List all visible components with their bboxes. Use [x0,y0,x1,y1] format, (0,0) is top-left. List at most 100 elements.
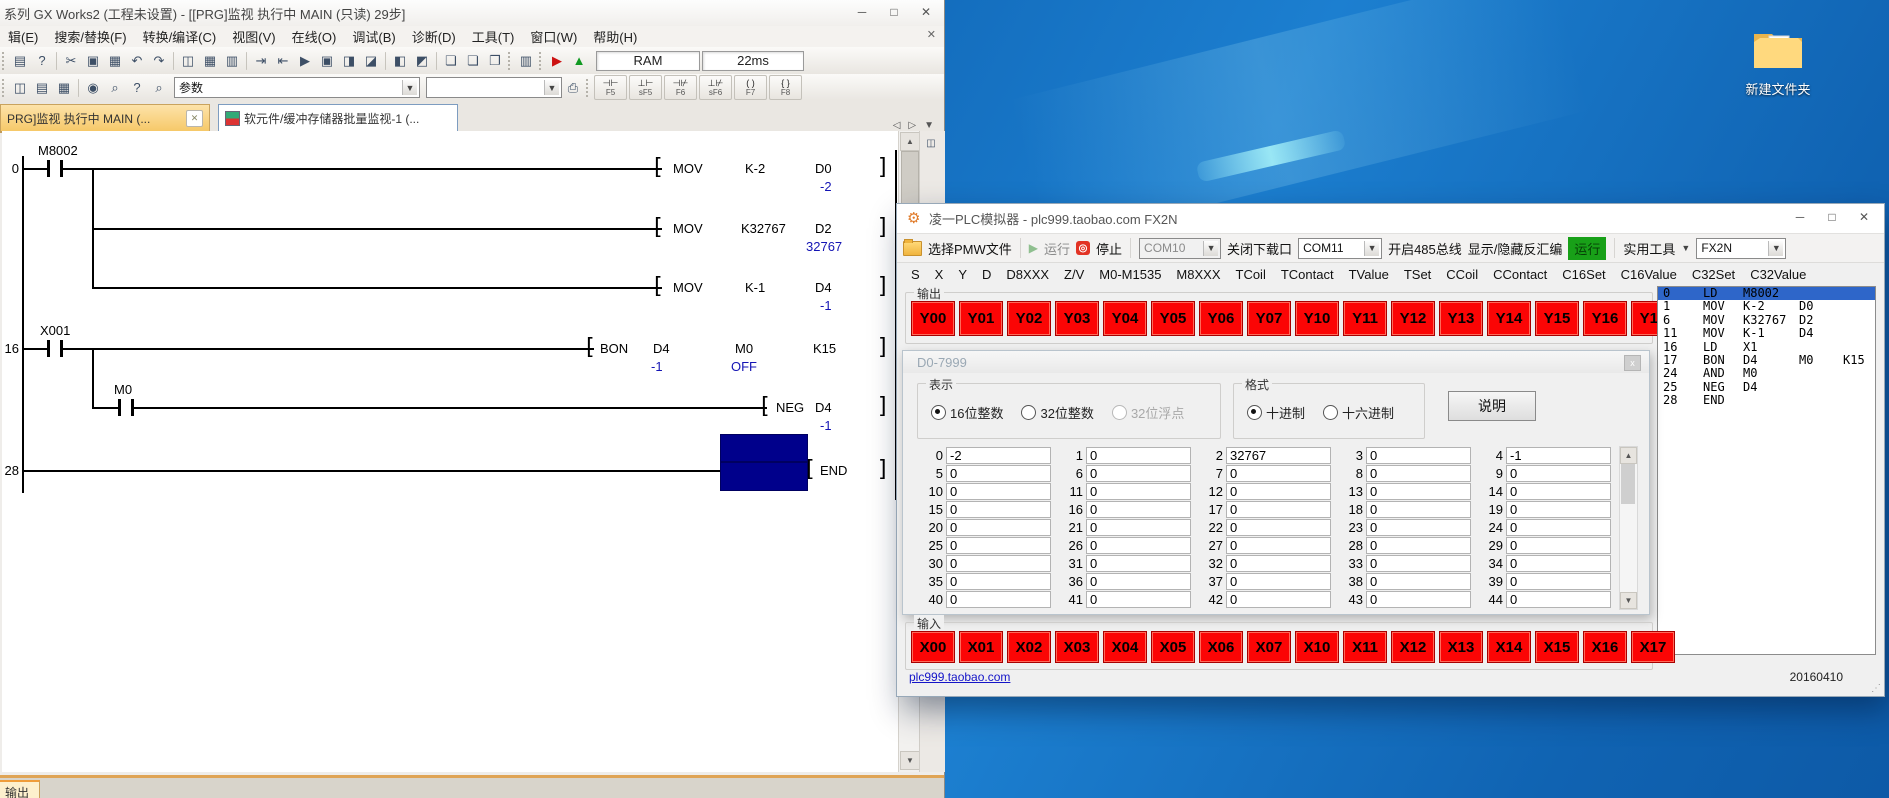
separator[interactable] [173,52,174,70]
separator[interactable] [385,52,386,70]
radio-option[interactable]: 32位整数 [1021,403,1093,422]
device-value-field[interactable]: 0 [1086,483,1191,500]
undo-icon[interactable]: ↶ [127,51,147,71]
instruction-operand[interactable]: K32767 [741,221,786,236]
instruction-operand[interactable]: K-1 [745,280,765,295]
device-comment-icon[interactable]: ◫ [178,51,198,71]
monitor-start-icon[interactable]: ▶ [295,51,315,71]
device-value-field[interactable]: 0 [1086,501,1191,518]
scrollbar-thumb[interactable] [1621,464,1635,504]
device-value-field[interactable]: 0 [1506,573,1611,590]
output-y-button[interactable]: Y02 [1007,301,1051,336]
device-value-field[interactable]: 0 [1086,573,1191,590]
sim-device-tab[interactable]: C16Value [1621,267,1677,282]
tab-main-program[interactable]: PRG]监视 执行中 MAIN (... ✕ [0,104,210,131]
gx-menu-item[interactable]: 视图(V) [224,27,283,46]
device-value-field[interactable]: 0 [1086,447,1191,464]
scrollbar-thumb[interactable] [901,151,919,205]
sim-device-tab[interactable]: D [982,267,991,282]
sim-device-tab[interactable]: C32Set [1692,267,1735,282]
tab-scroll-right-icon[interactable]: ▷ [908,120,916,131]
paste-icon[interactable]: ▦ [105,51,125,71]
chevron-down-icon[interactable]: ▼ [544,80,559,95]
navigation-combobox[interactable]: 参数 ▼ [174,77,420,98]
output-y-button[interactable]: Y10 [1295,301,1339,336]
sim-device-tab[interactable]: S [911,267,920,282]
screen-display-icon[interactable]: ▦ [200,51,220,71]
instruction-operand[interactable]: D4 [815,400,832,415]
device-value-field[interactable]: 0 [1366,591,1471,608]
ladder-cursor-cell[interactable] [720,434,808,462]
device-value-field[interactable]: 0 [1506,465,1611,482]
instruction-op[interactable]: MOV [673,221,703,236]
transfer-setup-icon[interactable]: ▥ [516,51,536,71]
device-value-field[interactable]: 0 [1366,555,1471,572]
docked-panel-icon[interactable]: ◫ [922,134,940,152]
instruction-op[interactable]: END [820,463,847,478]
output-y-button[interactable]: Y12 [1391,301,1435,336]
instruction-op[interactable]: NEG [776,400,804,415]
open-pmw-button[interactable]: 选择PMW文件 [928,239,1012,258]
radio-option[interactable]: 十进制 [1247,403,1305,422]
scroll-down-icon[interactable]: ▼ [900,751,920,770]
sim-device-tab[interactable]: D8XXX [1006,267,1049,282]
input-x-button[interactable]: X13 [1439,631,1483,663]
sim-device-tab[interactable]: X [935,267,944,282]
device-value-field[interactable]: 0 [1506,555,1611,572]
device-value-field[interactable]: 0 [946,591,1051,608]
gx-maximize-button[interactable]: □ [878,1,910,23]
secondary-combobox[interactable]: ▼ [426,77,562,98]
device-batch-monitor-icon[interactable]: ◧ [390,51,410,71]
input-x-button[interactable]: X11 [1343,631,1387,663]
ladder-editor[interactable]: 0 16 28 M8002 X001 M0 [ MOV K-2 D0 ] -2 … [2,131,898,772]
ladder-symbol-button[interactable]: ⊣⊬ F6 [664,75,697,100]
input-x-button[interactable]: X00 [911,631,955,663]
device-value-field[interactable]: 0 [1366,519,1471,536]
instruction-list-row[interactable]: 28 END [1658,394,1875,407]
output-y-button[interactable]: Y16 [1583,301,1627,336]
simulation-start-icon[interactable]: ▶ [547,51,567,71]
scroll-up-icon[interactable]: ▲ [1620,447,1637,464]
output-y-button[interactable]: Y15 [1535,301,1579,336]
com-port-combobox-download[interactable]: COM10 ▼ [1139,238,1221,259]
device-value-field[interactable]: 0 [1226,519,1331,536]
utility-tools-menu[interactable]: 实用工具 [1623,239,1675,258]
sim-minimize-button[interactable]: ─ [1784,206,1816,228]
device-value-field[interactable]: 0 [1366,447,1471,464]
input-x-button[interactable]: X14 [1487,631,1531,663]
tab-device-batch-monitor[interactable]: 软元件/缓冲存储器批量监视-1 (... [218,104,458,131]
tab-close-icon[interactable]: ✕ [186,110,203,127]
input-x-button[interactable]: X12 [1391,631,1435,663]
device-value-field[interactable]: 0 [1086,537,1191,554]
open-485-bus-button[interactable]: 开启485总线 [1388,239,1462,258]
instruction-list-row[interactable]: 25 NEG D4 [1658,381,1875,394]
device-value-field[interactable]: -2 [946,447,1051,464]
radio-option[interactable]: 32位浮点 [1112,403,1184,422]
gx-menu-item[interactable]: 转换/编译(C) [135,27,225,46]
device-value-field[interactable]: 32767 [1226,447,1331,464]
device-value-field[interactable]: 0 [946,537,1051,554]
device-value-field[interactable]: 0 [1366,573,1471,590]
device-value-field[interactable]: 0 [1226,465,1331,482]
chevron-down-icon[interactable]: ▼ [1203,241,1218,256]
device-value-field[interactable]: 0 [1366,537,1471,554]
input-x-button[interactable]: X05 [1151,631,1195,663]
input-x-button[interactable]: X02 [1007,631,1051,663]
read-from-plc-icon[interactable]: ⇤ [273,51,293,71]
sim-device-tab[interactable]: CCoil [1446,267,1478,282]
sim-device-tab[interactable]: C16Set [1562,267,1605,282]
device-value-field[interactable]: 0 [1506,483,1611,500]
device-value-field[interactable]: 0 [946,483,1051,500]
device-value-field[interactable]: 0 [1226,501,1331,518]
instruction-list-row[interactable]: 16 LD X1 [1658,341,1875,354]
help-2-icon[interactable]: ? [127,78,147,98]
device-value-field[interactable]: 0 [946,573,1051,590]
device-value-field[interactable]: 0 [1086,465,1191,482]
separator[interactable] [56,52,57,70]
device-value-field[interactable]: 0 [946,501,1051,518]
com-port-combobox-485[interactable]: COM11 ▼ [1298,238,1382,259]
sim-device-tab[interactable]: M0-M1535 [1099,267,1161,282]
visibility-icon[interactable]: ◉ [83,78,103,98]
sim-device-tab[interactable]: M8XXX [1176,267,1220,282]
output-y-button[interactable]: Y14 [1487,301,1531,336]
